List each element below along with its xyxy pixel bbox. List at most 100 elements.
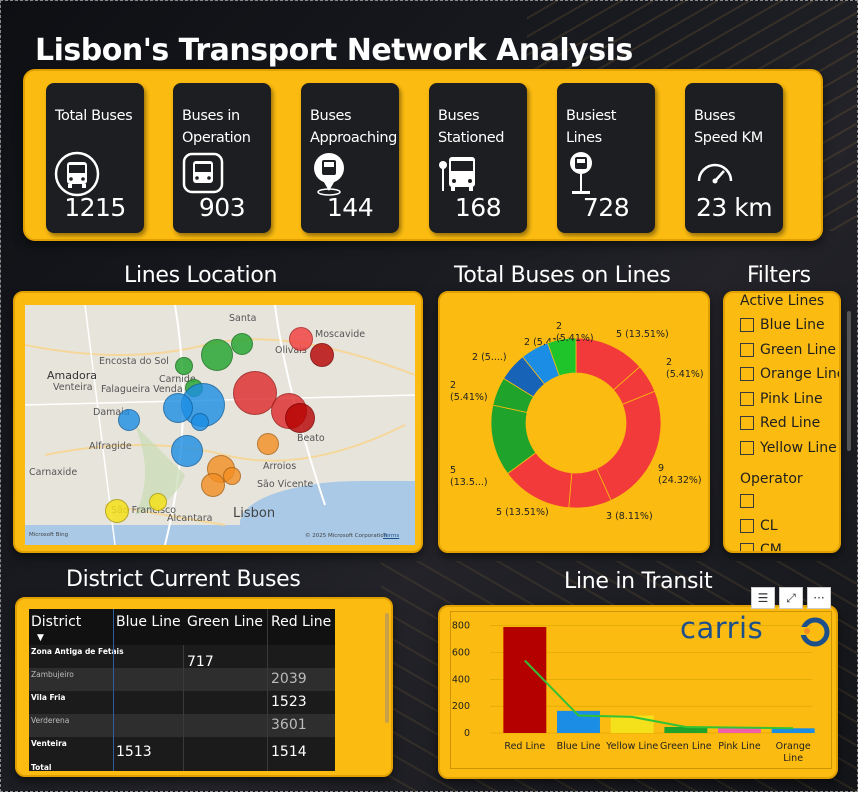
x-tick-label: Yellow Line bbox=[605, 741, 658, 752]
district-table-panel: District ▼ Blue Line Green Line Red Line… bbox=[15, 597, 393, 777]
map-bubble-blue[interactable] bbox=[118, 409, 140, 431]
filter-option-blue-line[interactable]: Blue Line bbox=[740, 315, 825, 335]
filter-option-yellow-line[interactable]: Yellow Line bbox=[740, 438, 837, 458]
kpi-value: 144 bbox=[326, 193, 374, 222]
map-city-label: Lisbon bbox=[233, 506, 276, 521]
bar[interactable] bbox=[503, 627, 547, 733]
map-label: Arroios bbox=[263, 461, 297, 472]
more-options-icon[interactable]: ··· bbox=[807, 587, 831, 609]
checkbox[interactable] bbox=[740, 519, 754, 533]
bus-square-icon bbox=[182, 152, 224, 194]
checkbox[interactable] bbox=[740, 494, 754, 508]
filter-option-orange-line[interactable]: Orange Line bbox=[740, 364, 839, 384]
kpi-card-busiest-lines[interactable]: Busiest Lines 728 bbox=[557, 83, 655, 233]
kpi-card-buses-stationed[interactable]: Buses Stationed 168 bbox=[429, 83, 527, 233]
map-label: Beato bbox=[297, 433, 325, 444]
donut-data-label: 2 (5....) bbox=[472, 352, 507, 363]
table-row[interactable]: Vila Fria 1523 bbox=[29, 691, 335, 714]
section-title-line-in-transit: Line in Transit bbox=[564, 569, 713, 594]
red-line-cell: 3601 bbox=[271, 717, 307, 733]
donut-panel: 5 (13.51%) 2 (5.41%) 9 (24.32%) 3 (8.11%) 5 (1… bbox=[438, 291, 710, 553]
map-bubble-orange[interactable] bbox=[223, 467, 241, 485]
checkbox[interactable] bbox=[740, 441, 754, 455]
red-line-cell: 2039 bbox=[271, 671, 307, 687]
table-row[interactable]: Venteira 1513 1514 bbox=[29, 737, 335, 760]
checkbox[interactable] bbox=[740, 392, 754, 406]
map-bubble-green[interactable] bbox=[231, 333, 253, 355]
speedometer-icon bbox=[697, 163, 733, 184]
donut-data-label: 5 (13.51%) bbox=[616, 329, 669, 340]
checkbox[interactable] bbox=[740, 543, 754, 551]
map-bubble-red[interactable] bbox=[289, 327, 313, 351]
filter-option-green-line[interactable]: Green Line bbox=[740, 340, 836, 360]
column-header-district[interactable]: District bbox=[31, 614, 81, 630]
column-header-red-line[interactable]: Red Line bbox=[271, 614, 331, 630]
filters-scrollbar[interactable] bbox=[847, 311, 851, 451]
map-label: Amadora bbox=[47, 369, 97, 382]
map-bubble-red[interactable] bbox=[285, 403, 315, 433]
kpi-value: 23 km bbox=[695, 193, 773, 222]
map-attribution-logo: Microsoft Bing bbox=[29, 532, 69, 538]
column-header-green-line[interactable]: Green Line bbox=[187, 614, 263, 630]
checkbox[interactable] bbox=[740, 318, 754, 332]
table-row[interactable]: Zambujeiro 2039 bbox=[29, 668, 335, 691]
x-tick-label: Orange Line bbox=[776, 741, 811, 764]
map-bubble-yellow[interactable] bbox=[149, 493, 167, 511]
filters-panel: Active Lines Blue Line Green Line Orange… bbox=[723, 291, 841, 553]
map-label: Carnaxide bbox=[29, 467, 78, 478]
kpi-card-total-buses[interactable]: Total Buses 1215 bbox=[46, 83, 144, 233]
kpi-strip: Total Buses 1215 Buses in Operation 903 … bbox=[23, 69, 823, 241]
dashboard-title: Lisbon's Transport Network Analysis bbox=[35, 33, 633, 68]
y-tick-label: 600 bbox=[452, 648, 470, 659]
line-in-transit-chart[interactable]: 0 200 400 600 800 Red Line Blue Line Yellow Lin… bbox=[440, 607, 836, 777]
map-bubble-blue[interactable] bbox=[171, 435, 203, 467]
lines-location-map[interactable]: Santa Moscavide Olivais Amadora Encosta … bbox=[25, 305, 415, 545]
district-cell: Vila Fria bbox=[31, 693, 66, 702]
map-bubble-green[interactable] bbox=[175, 357, 193, 375]
kpi-value: 903 bbox=[198, 193, 246, 222]
map-label: Encosta do Sol bbox=[99, 356, 169, 367]
kpi-label: Buses in Operation bbox=[182, 108, 251, 146]
checkbox[interactable] bbox=[740, 416, 754, 430]
table-scrollbar[interactable] bbox=[385, 613, 389, 723]
total-buses-donut-chart[interactable]: 5 (13.51%) 2 (5.41%) 9 (24.32%) 3 (8.11%) 5 (1… bbox=[440, 293, 708, 551]
filter-option-operator-cm[interactable]: CM bbox=[740, 540, 782, 551]
kpi-card-buses-in-operation[interactable]: Buses in Operation 903 bbox=[173, 83, 271, 233]
map-terms-link[interactable]: Terms bbox=[383, 533, 399, 539]
map-bubble-blue[interactable] bbox=[191, 413, 209, 431]
filter-option-label: CL bbox=[760, 518, 778, 534]
map-bubble-red[interactable] bbox=[310, 343, 334, 367]
red-line-cell: 1514 bbox=[271, 744, 307, 760]
table-row[interactable]: Verderena 3601 bbox=[29, 714, 335, 737]
map-copyright: © 2025 Microsoft Corporation bbox=[305, 533, 388, 539]
filter-option-label: Green Line bbox=[760, 342, 837, 358]
filter-option-operator-cl[interactable]: CL bbox=[740, 516, 778, 536]
checkbox[interactable] bbox=[740, 367, 754, 381]
y-tick-label: 0 bbox=[464, 728, 470, 739]
map-bubble-orange[interactable] bbox=[257, 433, 279, 455]
map-panel: Santa Moscavide Olivais Amadora Encosta … bbox=[13, 291, 423, 553]
bar[interactable] bbox=[610, 715, 654, 733]
filter-option-pink-line[interactable]: Pink Line bbox=[740, 389, 823, 409]
filter-icon[interactable]: ☰ bbox=[751, 587, 775, 609]
kpi-card-buses-approaching[interactable]: Buses Approaching 144 bbox=[301, 83, 399, 233]
donut-slice[interactable] bbox=[596, 390, 662, 501]
map-bubble-orange[interactable] bbox=[201, 473, 225, 497]
checkbox[interactable] bbox=[740, 343, 754, 357]
table-row[interactable]: Zona Antiga de Fetais 717 bbox=[29, 645, 335, 670]
map-bubble-blue[interactable] bbox=[163, 393, 193, 423]
bus-location-icon bbox=[314, 153, 344, 196]
sort-descending-icon[interactable]: ▼ bbox=[37, 633, 44, 643]
kpi-label: Busiest Lines bbox=[566, 108, 617, 146]
kpi-card-bus-speed[interactable]: Buses Speed KM 23 km bbox=[685, 83, 783, 233]
filter-heading-active-lines: Active Lines bbox=[740, 293, 825, 309]
map-label: Moscavide bbox=[315, 329, 366, 340]
map-bubble-green[interactable] bbox=[201, 339, 233, 371]
focus-mode-icon[interactable]: ⤢ bbox=[779, 587, 803, 609]
donut-data-label: 3 (8.11%) bbox=[606, 511, 653, 522]
filter-option-red-line[interactable]: Red Line bbox=[740, 413, 820, 433]
column-header-blue-line[interactable]: Blue Line bbox=[116, 614, 181, 630]
filter-option-operator-blank[interactable] bbox=[740, 491, 760, 511]
map-bubble-yellow[interactable] bbox=[105, 499, 129, 523]
column-divider bbox=[113, 609, 114, 771]
